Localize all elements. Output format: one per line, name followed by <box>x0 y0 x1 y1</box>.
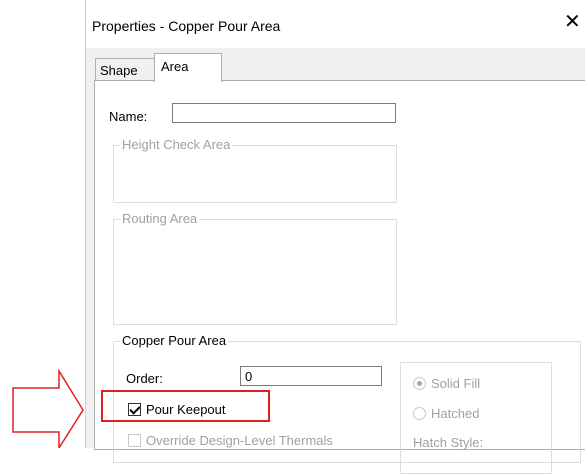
override-thermals-checkbox[interactable] <box>128 434 141 447</box>
solid-fill-radio[interactable] <box>413 377 426 390</box>
tab-shape[interactable]: Shape <box>95 58 157 81</box>
name-field[interactable] <box>172 103 396 123</box>
routing-area-group: Routing Area <box>113 211 397 325</box>
name-label: Name: <box>109 109 148 124</box>
fill-style-group: Solid Fill Hatched Hatch Style: <box>400 362 552 474</box>
copper-pour-area-title: Copper Pour Area <box>120 333 229 348</box>
pour-keepout-highlight <box>101 390 270 422</box>
order-label: Order: <box>126 371 163 386</box>
hatched-label: Hatched <box>431 406 480 421</box>
routing-area-title: Routing Area <box>120 211 200 226</box>
tab-area[interactable]: Area <box>154 53 222 82</box>
override-thermals-label: Override Design-Level Thermals <box>146 433 333 448</box>
solid-fill-label: Solid Fill <box>431 376 481 391</box>
hatched-radio[interactable] <box>413 407 426 420</box>
dialog-title: Properties - Copper Pour Area <box>92 18 281 34</box>
close-icon[interactable]: ✕ <box>564 12 581 32</box>
annotation-arrow <box>12 368 84 448</box>
title-bar: Properties - Copper Pour Area ✕ <box>86 0 585 48</box>
height-check-area-title: Height Check Area <box>120 137 233 152</box>
tab-shape-label: Shape <box>100 63 138 78</box>
order-field[interactable] <box>240 366 382 386</box>
height-check-area-group: Height Check Area <box>113 137 397 203</box>
properties-dialog: Properties - Copper Pour Area ✕ Shape Ar… <box>85 0 585 474</box>
tab-area-label: Area <box>161 59 189 74</box>
